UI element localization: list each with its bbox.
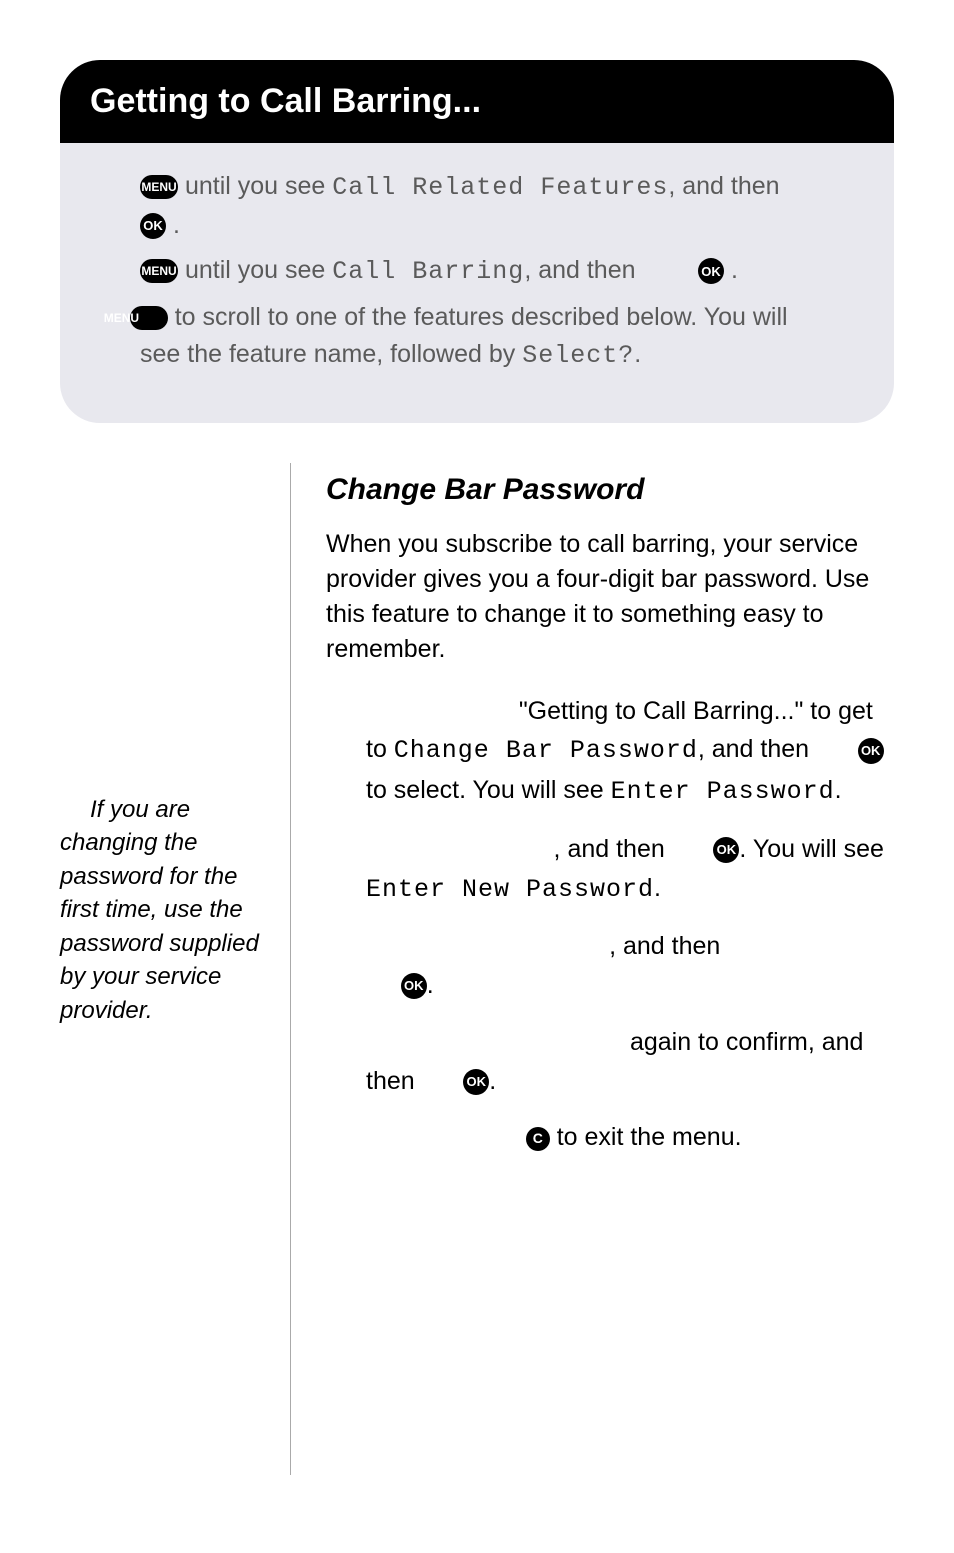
- step-3: , and then OK.: [366, 927, 894, 1005]
- step-5: C to exit the menu.: [366, 1118, 894, 1157]
- menu-icon: MENU: [140, 175, 178, 199]
- lcd-text: Enter New Password: [366, 875, 654, 904]
- text: until you see: [185, 256, 332, 284]
- step-2: , and then OK. You will see Enter New Pa…: [366, 830, 894, 910]
- text: until you see: [185, 172, 332, 200]
- instructions-card: Getting to Call Barring... MENU until yo…: [60, 60, 894, 423]
- sidenote: If you are changing the password for the…: [60, 793, 265, 1028]
- text: , and then: [668, 172, 779, 200]
- section-intro: When you subscribe to call barring, your…: [326, 527, 894, 667]
- text: to exit the menu.: [550, 1123, 742, 1151]
- c-icon: C: [526, 1127, 550, 1151]
- menu-icon: MENU: [130, 306, 168, 330]
- ok-icon: OK: [140, 213, 166, 239]
- step-4: again to confirm, and then OK.: [366, 1023, 894, 1101]
- text: .: [489, 1067, 496, 1095]
- ok-icon: OK: [463, 1069, 489, 1095]
- text: . You will see: [739, 835, 884, 863]
- lcd-text: Select?: [522, 341, 634, 370]
- text: to scroll to one of the features describ…: [140, 303, 788, 369]
- ok-icon: OK: [713, 837, 739, 863]
- instruction-line-3: MENU to scroll to one of the features de…: [140, 299, 834, 375]
- sidebar-column: If you are changing the password for the…: [60, 463, 290, 1476]
- content-column: Change Bar Password When you subscribe t…: [290, 463, 894, 1476]
- lcd-text: Call Related Features: [332, 173, 668, 202]
- text: .: [634, 340, 641, 368]
- section-title: Change Bar Password: [326, 473, 894, 507]
- ok-icon: OK: [698, 258, 724, 284]
- text: .: [173, 211, 180, 239]
- menu-icon: MENU: [140, 259, 178, 283]
- text: .: [835, 776, 842, 804]
- lcd-text: Change Bar Password: [394, 736, 698, 765]
- card-body: MENU until you see Call Related Features…: [60, 143, 894, 393]
- text: , and then: [698, 735, 816, 763]
- lcd-text: Enter Password: [611, 777, 835, 806]
- text: , and then: [554, 835, 672, 863]
- ok-icon: OK: [401, 973, 427, 999]
- text: .: [427, 971, 434, 999]
- step-1: "Getting to Call Barring..." to get to C…: [366, 692, 894, 812]
- text: again to confirm, and then: [366, 1028, 863, 1095]
- text: , and then: [609, 932, 720, 960]
- text: to select. You will see: [366, 776, 611, 804]
- text: .: [654, 874, 661, 902]
- instruction-line-1: MENU until you see Call Related Features…: [140, 168, 834, 244]
- text: , and then: [524, 256, 635, 284]
- lcd-text: Call Barring: [332, 257, 524, 286]
- text: .: [731, 256, 738, 284]
- ok-icon: OK: [858, 738, 884, 764]
- card-title: Getting to Call Barring...: [60, 60, 894, 143]
- instruction-line-2: MENU until you see Call Barring, and the…: [140, 252, 834, 291]
- main-content: If you are changing the password for the…: [60, 463, 894, 1476]
